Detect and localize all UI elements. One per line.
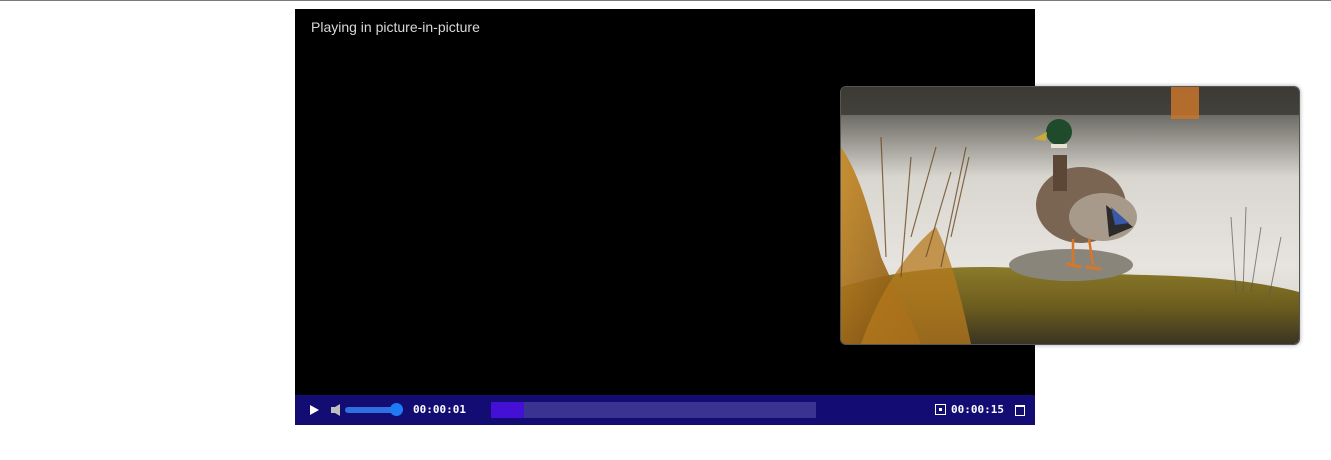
total-time: 00:00:15 xyxy=(951,403,1004,416)
top-divider xyxy=(0,0,1331,1)
play-button[interactable] xyxy=(310,405,319,415)
pip-status-text: Playing in picture-in-picture xyxy=(311,19,480,35)
current-time: 00:00:01 xyxy=(413,403,466,416)
control-bar: 00:00:01 00:00:15 xyxy=(295,395,1035,425)
pip-video-window[interactable] xyxy=(840,86,1300,345)
volume-slider[interactable] xyxy=(345,403,403,416)
fullscreen-icon[interactable] xyxy=(1015,405,1025,416)
volume-thumb[interactable] xyxy=(390,403,403,416)
progress-fill xyxy=(491,402,524,418)
duck-video-frame xyxy=(841,87,1299,344)
mute-button[interactable] xyxy=(330,403,344,417)
picture-in-picture-icon[interactable] xyxy=(935,404,946,415)
speaker-icon xyxy=(331,404,340,416)
progress-bar[interactable] xyxy=(491,402,816,418)
